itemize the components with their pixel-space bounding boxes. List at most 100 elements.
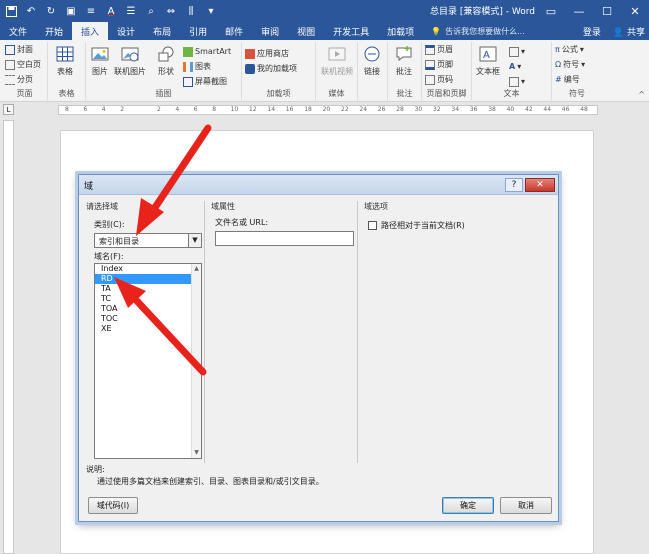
group-addins: 应用商店 我的加载项 加载项 (242, 42, 316, 100)
close-window-button[interactable]: ✕ (621, 0, 649, 22)
chevron-down-icon[interactable]: ▼ (188, 234, 201, 247)
ok-button[interactable]: 确定 (442, 497, 494, 514)
redo-icon[interactable]: ↻ (44, 4, 58, 18)
quick-parts-button[interactable]: ▾ (506, 44, 525, 59)
wordart-button[interactable]: A ▾ (506, 59, 525, 74)
collapse-ribbon-icon[interactable]: ^ (638, 90, 645, 99)
screenshot-button[interactable]: 屏幕截图 (180, 74, 231, 89)
tab-design[interactable]: 设计 (108, 22, 144, 40)
ruler-strip[interactable]: 8 6 4 2 2 4 6 8 10 12 14 16 18 20 22 24 26 28 30 32 34 36 38 40… (58, 105, 598, 115)
font-color-icon[interactable]: A (104, 4, 118, 18)
list-item[interactable]: Index (95, 264, 201, 274)
picture-button[interactable]: 图片 (90, 44, 110, 77)
comment-button[interactable]: 批注 (394, 44, 414, 77)
spacing-icon[interactable]: ⇔ (164, 4, 178, 18)
list-item[interactable]: TC (95, 294, 201, 304)
category-select[interactable]: 索引和目录 ▼ (94, 233, 202, 248)
page-break-button[interactable]: 分页 (2, 72, 47, 87)
tab-layout[interactable]: 布局 (144, 22, 180, 40)
online-picture-label: 联机图片 (114, 67, 146, 76)
links-label: 链接 (364, 67, 380, 76)
list-scrollbar[interactable]: ▲ ▼ (191, 264, 201, 458)
columns-icon[interactable]: ⫼ (184, 4, 198, 18)
chart-label: 图表 (195, 62, 211, 71)
chart-button[interactable]: 图表 (180, 59, 231, 74)
vertical-ruler[interactable] (3, 120, 14, 554)
tab-view[interactable]: 视图 (288, 22, 324, 40)
number-button[interactable]: # 编号 (552, 72, 602, 87)
tab-addins[interactable]: 加载项 (378, 22, 423, 40)
list-item[interactable]: TOA (95, 304, 201, 314)
my-addins-icon (245, 63, 255, 74)
field-names-list[interactable]: Index RD TA TC TOA TOC XE ▲ ▼ (94, 263, 202, 459)
description-text: 通过使用多篇文档来创建索引、目录、图表目录和/或引文目录。 (97, 477, 324, 486)
online-picture-button[interactable]: 联机图片 (114, 44, 146, 77)
relative-path-checkbox[interactable]: 路径相对于当前文档(R) (368, 220, 465, 231)
group-label-text: 文本 (503, 89, 520, 98)
share-button[interactable]: 👤 共享 (613, 25, 645, 38)
save-icon[interactable] (4, 4, 18, 18)
my-addins-button[interactable]: 我的加载项 (242, 61, 315, 76)
bullets-icon[interactable]: ☰ (124, 4, 138, 18)
textbox-button[interactable]: A 文本框 (476, 44, 500, 77)
picture-label: 图片 (92, 67, 108, 76)
undo-icon[interactable]: ↶ (24, 4, 38, 18)
format-painter-icon[interactable]: ▣ (64, 4, 78, 18)
login-link[interactable]: 登录 (583, 25, 601, 38)
shapes-button[interactable]: 形状 (156, 44, 176, 77)
links-button[interactable]: 链接 (362, 44, 382, 77)
ruler-number: 42 (525, 106, 533, 113)
minimize-button[interactable]: — (565, 0, 593, 22)
ribbon-tabs: 文件 开始 插入 设计 布局 引用 邮件 审阅 视图 开发工具 加载项 💡 告诉… (0, 22, 649, 40)
header-button[interactable]: 页眉 (422, 42, 471, 57)
ruler-number: 40 (506, 106, 515, 113)
tab-insert[interactable]: 插入 (72, 22, 109, 40)
checkbox-box[interactable] (368, 221, 377, 230)
cover-page-button[interactable]: 封面 (2, 42, 47, 57)
group-media: 联机视频 媒体 (316, 42, 358, 100)
tab-home[interactable]: 开始 (36, 22, 72, 40)
tab-references[interactable]: 引用 (180, 22, 216, 40)
footer-button[interactable]: 页脚 (422, 57, 471, 72)
search-icon[interactable]: ⌕ (144, 4, 158, 18)
ruler-number: 16 (285, 106, 294, 113)
tab-file[interactable]: 文件 (0, 22, 36, 40)
field-codes-button[interactable]: 域代码(I) (88, 497, 138, 514)
online-video-button[interactable]: 联机视频 (321, 44, 353, 77)
symbol-button[interactable]: Ω 符号 ▾ (552, 57, 602, 72)
ribbon-display-icon[interactable]: ▭ (537, 0, 565, 22)
tab-review[interactable]: 审阅 (252, 22, 288, 40)
maximize-button[interactable]: ☐ (593, 0, 621, 22)
dialog-close-button[interactable]: ✕ (525, 178, 555, 192)
filename-input[interactable] (215, 231, 354, 246)
tab-selector[interactable]: L (3, 104, 14, 115)
dropcap-button[interactable]: ▾ (506, 74, 525, 89)
help-button[interactable]: ? (505, 178, 523, 192)
table-label: 表格 (57, 67, 73, 76)
shapes-icon (158, 46, 174, 62)
table-button[interactable]: 表格 (55, 44, 75, 77)
tell-me-box[interactable]: 💡 告诉我您想要做什么... (431, 26, 525, 37)
blank-page-button[interactable]: 空白页 (2, 57, 47, 72)
my-addins-label: 我的加载项 (257, 64, 297, 73)
list-item[interactable]: TOC (95, 314, 201, 324)
list-item[interactable]: TA (95, 284, 201, 294)
list-item[interactable]: XE (95, 324, 201, 334)
customize-qat-icon[interactable]: ▾ (204, 4, 218, 18)
comment-label: 批注 (396, 67, 412, 76)
scroll-up-icon[interactable]: ▲ (192, 264, 201, 274)
tab-developer[interactable]: 开发工具 (324, 22, 378, 40)
group-label-comments: 批注 (396, 89, 413, 98)
select-field-panel: 请选择域 类别(C): 索引和目录 ▼ 域名(F): Index RD TA T… (85, 201, 205, 463)
store-button[interactable]: 应用商店 (242, 46, 315, 61)
tab-mailings[interactable]: 邮件 (216, 22, 252, 40)
equation-button[interactable]: π 公式 ▾ (552, 42, 602, 57)
cancel-button[interactable]: 取消 (500, 497, 552, 514)
scroll-down-icon[interactable]: ▼ (192, 448, 201, 458)
screenshot-label: 屏幕截图 (195, 77, 227, 86)
ruler-number: 18 (304, 106, 312, 113)
page-number-button[interactable]: 页码 (422, 72, 471, 87)
paragraph-icon[interactable]: ≡ (84, 4, 98, 18)
list-item-selected[interactable]: RD (95, 274, 201, 284)
smartart-button[interactable]: SmartArt (180, 44, 231, 59)
